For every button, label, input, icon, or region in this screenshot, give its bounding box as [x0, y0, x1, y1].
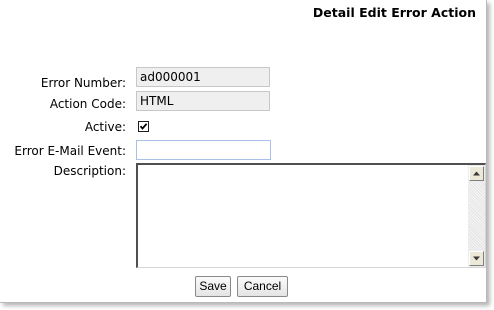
description-label: Description:	[53, 164, 126, 178]
scroll-down-button[interactable]	[469, 251, 484, 266]
check-icon	[139, 123, 148, 130]
triangle-up-icon	[473, 171, 480, 176]
active-label: Active:	[84, 120, 126, 134]
detail-edit-panel: Detail Edit Error Action Error Number: a…	[0, 0, 487, 303]
page-title: Detail Edit Error Action	[312, 5, 476, 20]
cancel-button[interactable]: Cancel	[237, 276, 288, 297]
error-email-event-label: Error E-Mail Event:	[14, 144, 126, 158]
error-number-label: Error Number:	[40, 76, 126, 90]
action-code-field: HTML	[136, 91, 270, 111]
description-scrollbar[interactable]	[468, 165, 485, 267]
triangle-down-icon	[473, 256, 480, 261]
scroll-up-button[interactable]	[469, 166, 484, 181]
error-email-event-input[interactable]	[136, 140, 271, 160]
active-checkbox[interactable]	[138, 121, 149, 132]
description-textarea[interactable]	[138, 165, 468, 267]
action-code-label: Action Code:	[49, 97, 126, 111]
save-button[interactable]: Save	[195, 276, 231, 297]
description-textarea-frame	[136, 163, 486, 268]
error-number-field: ad000001	[136, 67, 270, 87]
